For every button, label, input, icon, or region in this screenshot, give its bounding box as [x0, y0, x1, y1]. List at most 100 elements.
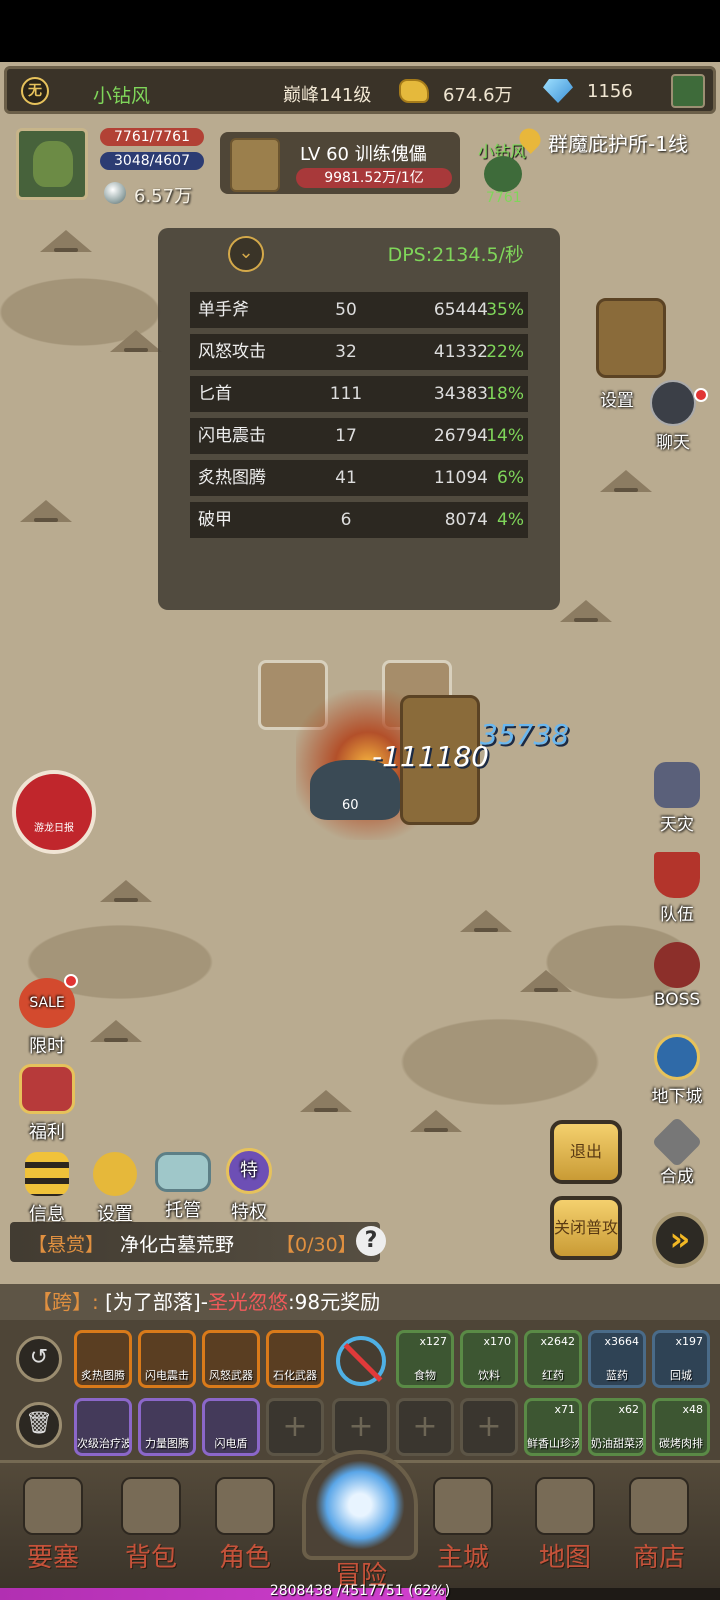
gem-amount: 1156 — [587, 81, 633, 102]
hammer-icon — [651, 1116, 703, 1168]
dps-skill-name: 匕首 — [198, 384, 232, 404]
game-screen: 无 小钻风 巅峰141级 674.6万 1156 7761/7761 3048/… — [0, 0, 720, 1600]
nav-item[interactable]: 要塞 — [8, 1477, 98, 1574]
nav-item[interactable]: 主城 — [418, 1477, 508, 1574]
consumable-slot[interactable]: x71 鲜香山珍汤 — [524, 1398, 582, 1456]
limited-sale-button[interactable]: SALE 限时 — [12, 978, 82, 1058]
help-question-icon[interactable]: ? — [356, 1226, 386, 1256]
consumable-slot[interactable]: x48 碳烤肉排 — [652, 1398, 710, 1456]
skill-slot[interactable]: 闪电盾 — [202, 1398, 260, 1456]
item-count: x3664 — [604, 1335, 639, 1348]
diamond-icon[interactable] — [543, 79, 573, 103]
auto-button[interactable]: 托管 — [148, 1152, 218, 1222]
consumable-slot[interactable]: x62 奶油甜菜汤 — [588, 1398, 646, 1456]
player-name: 小钻风 — [93, 85, 151, 107]
dps-damage: 65444 — [433, 300, 488, 320]
dps-damage: 8074 — [444, 510, 488, 530]
chat-username[interactable]: 圣光忽悠 — [208, 1290, 288, 1314]
info-button[interactable]: 信息 — [12, 1152, 82, 1226]
settings-side-label: 设置 — [600, 391, 634, 411]
add-slot-icon: + — [282, 1409, 308, 1444]
nav-item[interactable]: 商店 — [614, 1477, 704, 1574]
dungeon-label: 地下城 — [651, 1087, 703, 1107]
speed-up-button[interactable]: » — [652, 1212, 708, 1268]
consumable-slot[interactable]: x127 食物 — [396, 1330, 454, 1388]
rock-decoration — [460, 910, 512, 932]
skill-slot[interactable]: 力量图腾 — [138, 1398, 196, 1456]
dps-row: 匕首 111 34383 18% — [190, 376, 528, 412]
consumable-slot[interactable]: x197 回城 — [652, 1330, 710, 1388]
gear-icon — [93, 1152, 137, 1196]
dps-skill-name: 单手斧 — [198, 300, 249, 320]
golem-pet-icon — [596, 298, 666, 378]
rock-decoration — [40, 230, 92, 252]
character-portrait-icon[interactable] — [671, 74, 705, 108]
rock-decoration — [90, 1020, 142, 1042]
consumable-slot[interactable]: x3664 蓝药 — [588, 1330, 646, 1388]
nav-item[interactable]: 背包 — [106, 1477, 196, 1574]
item-count: x2642 — [540, 1335, 575, 1348]
player-avatar[interactable] — [16, 128, 88, 200]
rock-decoration — [560, 600, 612, 622]
team-button[interactable]: 队伍 — [644, 852, 710, 925]
skill-slot[interactable]: 炙热图腾 — [74, 1330, 132, 1388]
menu-lines-icon — [25, 1152, 69, 1196]
nav-item[interactable]: 角色 — [200, 1477, 290, 1574]
damage-number: -111180 — [372, 740, 489, 773]
target-hp-bar: 9981.52万/1亿 — [296, 168, 452, 188]
dps-hit-count: 17 — [335, 426, 357, 446]
empty-slot[interactable]: + — [460, 1398, 518, 1456]
nav-icon — [121, 1477, 181, 1535]
boss-button[interactable]: BOSS — [644, 942, 710, 1010]
nav-icon — [535, 1477, 595, 1535]
slash-mark — [343, 1343, 383, 1382]
bounty-quest-tracker[interactable]: 【悬赏】 净化古墓荒野 【0/30】 ? — [10, 1222, 386, 1262]
rock-decoration — [300, 1090, 352, 1112]
item-count: x48 — [682, 1403, 703, 1416]
gold-icon[interactable] — [399, 79, 429, 103]
slot-label: 石化武器 — [273, 1369, 317, 1382]
slot-label: 奶油甜菜汤 — [591, 1437, 646, 1450]
consumable-slot[interactable]: x170 饮料 — [460, 1330, 518, 1388]
dungeon-button[interactable]: 地下城 — [644, 1034, 710, 1107]
consumable-slot[interactable]: x2642 红药 — [524, 1330, 582, 1388]
collapse-chevron-icon[interactable]: ⌄ — [228, 236, 264, 272]
empty-slot[interactable]: + — [266, 1398, 324, 1456]
xp-text: 2808438 /4517751 (62%) — [269, 1583, 451, 1599]
nav-item[interactable]: 地图 — [520, 1477, 610, 1574]
skill-slot[interactable]: 闪电震击 — [138, 1330, 196, 1388]
auto-skill-disabled-icon[interactable] — [336, 1336, 386, 1386]
exit-button[interactable]: 退出 — [550, 1120, 622, 1184]
craft-button[interactable]: 合成 — [644, 1116, 710, 1187]
skill-slot[interactable]: 风怒武器 — [202, 1330, 260, 1388]
empty-slot[interactable]: + — [332, 1398, 390, 1456]
boss-skull-icon — [654, 942, 700, 988]
item-count: x71 — [554, 1403, 575, 1416]
chat-label: 聊天 — [656, 433, 690, 453]
skill-slot[interactable]: 次级治疗波 — [74, 1398, 132, 1456]
dps-skill-name: 闪电震击 — [198, 426, 266, 446]
location-label[interactable]: 群魔庇护所-1线 — [548, 128, 688, 157]
empty-slot[interactable]: + — [396, 1398, 454, 1456]
world-chat-line[interactable]: 【跨】: [为了部落]-圣光忽悠:98元奖励 — [0, 1284, 720, 1320]
close-normal-attack-button[interactable]: 关闭普攻 — [550, 1196, 622, 1260]
add-slot-icon: + — [348, 1409, 374, 1444]
party-member-avatar[interactable] — [484, 156, 522, 192]
nav-icon — [433, 1477, 493, 1535]
slot-label: 次级治疗波 — [77, 1437, 132, 1450]
trash-icon[interactable]: 🗑 — [16, 1402, 62, 1448]
adventure-portal-icon[interactable] — [302, 1450, 418, 1560]
calamity-button[interactable]: 天灾 — [644, 762, 710, 835]
silver-coin-icon — [104, 182, 126, 204]
dps-total: DPS:2134.5/秒 — [387, 244, 524, 266]
training-dummy-icon — [230, 138, 280, 192]
settings-button[interactable]: 设置 — [80, 1152, 150, 1226]
privilege-button[interactable]: 特 特权 — [214, 1148, 284, 1224]
dragon-logo[interactable]: 游龙日报 — [12, 770, 96, 854]
limited-label: 限时 — [29, 1036, 65, 1057]
swap-skills-icon[interactable]: ↺ — [16, 1336, 62, 1382]
welfare-label: 福利 — [29, 1122, 65, 1143]
vip-badge-icon[interactable]: 无 — [21, 77, 49, 105]
skill-slot[interactable]: 石化武器 — [266, 1330, 324, 1388]
welfare-button[interactable]: 福利 — [12, 1064, 82, 1144]
